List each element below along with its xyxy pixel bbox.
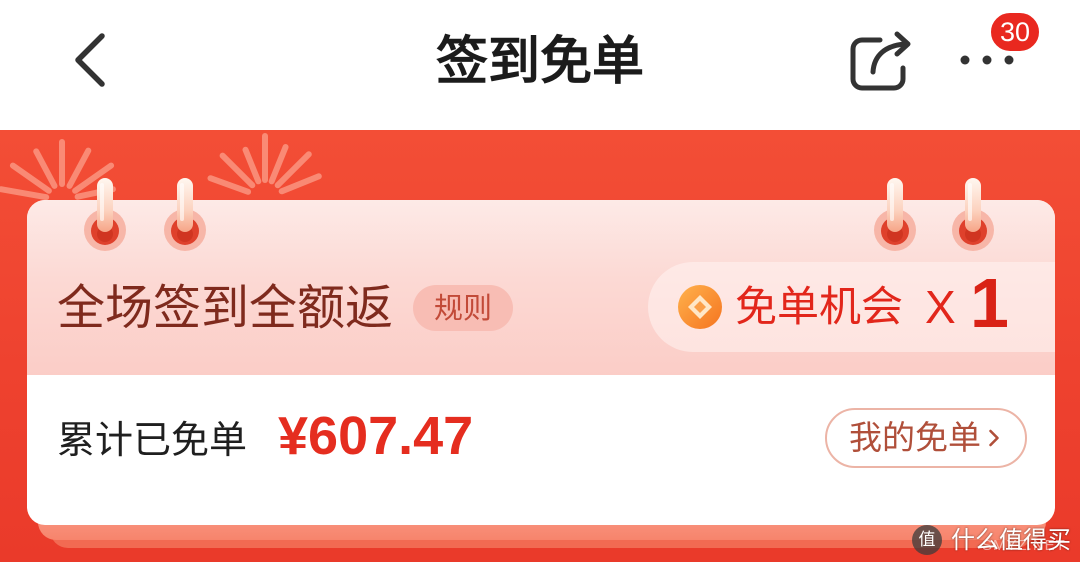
binder-ring-1: [84, 178, 126, 251]
coin-icon: [678, 285, 722, 329]
checkin-banner: 全场签到全额返 规则 免单机会 X 1 累计已免单 ¥607.47 我的免单: [0, 130, 1080, 562]
watermark-overlay: SMYZ.NET: [982, 537, 1066, 554]
total-free-amount: ¥607.47: [278, 406, 474, 466]
top-nav-bar: 签到免单 30: [0, 0, 1080, 130]
page-title: 签到免单: [435, 32, 644, 92]
card-headline: 全场签到全额返: [57, 280, 394, 336]
binder-ring-3: [874, 178, 916, 251]
free-chance-count: 1: [970, 264, 1009, 342]
binder-ring-2: [164, 178, 206, 251]
share-icon[interactable]: [846, 26, 918, 94]
my-free-orders-button[interactable]: 我的免单: [825, 408, 1027, 468]
chevron-right-icon: [989, 429, 999, 447]
chevron-left-icon[interactable]: [62, 28, 118, 92]
my-free-orders-label: 我的免单: [849, 418, 981, 457]
free-chance-multiplier: X: [925, 281, 956, 333]
free-chance-label: 免单机会: [735, 282, 904, 331]
free-chance-pill: 免单机会 X 1: [648, 262, 1055, 352]
binder-ring-4: [952, 178, 994, 251]
watermark-logo: 值: [912, 525, 942, 555]
notification-badge: 30: [988, 10, 1042, 54]
total-free-label: 累计已免单: [57, 418, 248, 462]
rules-button[interactable]: 规则: [413, 285, 513, 331]
binder-rings: [84, 178, 994, 251]
